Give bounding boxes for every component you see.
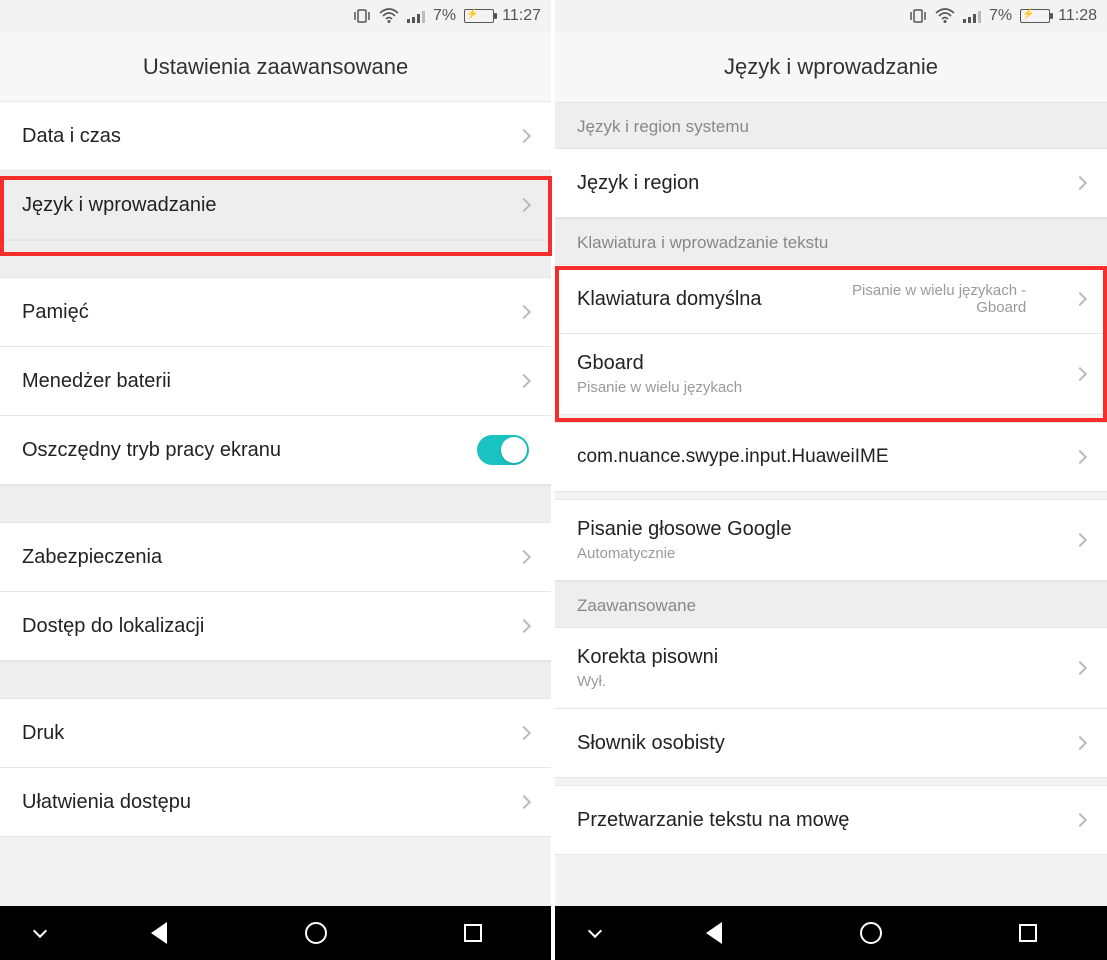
row-huawei-ime[interactable]: com.nuance.swype.input.HuaweiIME bbox=[555, 422, 1107, 492]
recents-square-icon bbox=[464, 924, 482, 942]
nav-recents-button[interactable] bbox=[950, 924, 1107, 942]
row-label: com.nuance.swype.input.HuaweiIME bbox=[577, 446, 889, 468]
recents-square-icon bbox=[1019, 924, 1037, 942]
row-label: Oszczędny tryb pracy ekranu bbox=[22, 439, 281, 462]
chevron-right-icon bbox=[517, 726, 531, 740]
row-spell-check[interactable]: Korekta pisowni Wył. bbox=[555, 627, 1107, 709]
nav-expand-button[interactable] bbox=[555, 930, 635, 936]
android-navbar bbox=[555, 906, 1107, 960]
section-header-advanced: Zaawansowane bbox=[555, 581, 1107, 628]
screen-advanced-settings: 7% ⚡ 11:27 Ustawienia zaawansowane Data … bbox=[0, 0, 552, 960]
row-subtitle: Automatycznie bbox=[577, 545, 792, 562]
nav-back-button[interactable] bbox=[80, 922, 237, 944]
chevron-right-icon bbox=[1073, 292, 1087, 306]
settings-list: Data i czas Język i wprowadzanie Pamięć … bbox=[0, 102, 551, 906]
status-bar: 7% ⚡ 11:28 bbox=[555, 0, 1107, 32]
clock: 11:27 bbox=[502, 7, 541, 25]
row-gboard[interactable]: Gboard Pisanie w wielu językach bbox=[555, 333, 1107, 415]
chevron-right-icon bbox=[517, 619, 531, 633]
row-label: Gboard bbox=[577, 352, 742, 375]
nav-recents-button[interactable] bbox=[394, 924, 551, 942]
vibrate-icon bbox=[353, 8, 371, 24]
row-google-voice-typing[interactable]: Pisanie głosowe Google Automatycznie bbox=[555, 499, 1107, 581]
battery-icon: ⚡ bbox=[1020, 9, 1050, 23]
section-gap bbox=[0, 240, 551, 278]
row-screen-power-saving[interactable]: Oszczędny tryb pracy ekranu bbox=[0, 415, 551, 485]
row-security[interactable]: Zabezpieczenia bbox=[0, 522, 551, 592]
chevron-right-icon bbox=[1073, 367, 1087, 381]
battery-icon: ⚡ bbox=[464, 9, 494, 23]
home-circle-icon bbox=[860, 922, 882, 944]
android-navbar bbox=[0, 906, 551, 960]
chevron-right-icon bbox=[517, 305, 531, 319]
row-personal-dictionary[interactable]: Słownik osobisty bbox=[555, 708, 1107, 778]
row-accessibility[interactable]: Ułatwienia dostępu bbox=[0, 767, 551, 837]
page-title: Język i wprowadzanie bbox=[555, 32, 1107, 102]
row-label: Pisanie głosowe Google bbox=[577, 518, 792, 541]
row-label: Korekta pisowni bbox=[577, 646, 718, 669]
chevron-right-icon bbox=[517, 198, 531, 212]
row-label: Przetwarzanie tekstu na mowę bbox=[577, 809, 849, 832]
row-text-to-speech[interactable]: Przetwarzanie tekstu na mowę bbox=[555, 785, 1107, 855]
row-print[interactable]: Druk bbox=[0, 698, 551, 768]
row-label: Klawiatura domyślna bbox=[577, 288, 762, 311]
chevron-right-icon bbox=[517, 374, 531, 388]
chevron-right-icon bbox=[517, 550, 531, 564]
row-subtitle: Wył. bbox=[577, 673, 718, 690]
nav-home-button[interactable] bbox=[237, 922, 394, 944]
row-battery-manager[interactable]: Menedżer baterii bbox=[0, 346, 551, 416]
chevron-down-icon bbox=[588, 924, 602, 938]
status-bar: 7% ⚡ 11:27 bbox=[0, 0, 551, 32]
row-label: Słownik osobisty bbox=[577, 732, 725, 755]
row-language-region[interactable]: Język i region bbox=[555, 148, 1107, 218]
row-location-access[interactable]: Dostęp do lokalizacji bbox=[0, 591, 551, 661]
back-triangle-icon bbox=[151, 922, 167, 944]
screen-language-input: 7% ⚡ 11:28 Język i wprowadzanie Język i … bbox=[555, 0, 1107, 960]
row-label: Zabezpieczenia bbox=[22, 546, 162, 569]
chevron-right-icon bbox=[1073, 736, 1087, 750]
nav-home-button[interactable] bbox=[792, 922, 949, 944]
nav-back-button[interactable] bbox=[635, 922, 792, 944]
toggle-switch-on[interactable] bbox=[477, 435, 529, 465]
row-date-time[interactable]: Data i czas bbox=[0, 101, 551, 171]
section-gap bbox=[0, 661, 551, 699]
page-title: Ustawienia zaawansowane bbox=[0, 32, 551, 102]
battery-percent: 7% bbox=[433, 7, 456, 25]
row-label: Pamięć bbox=[22, 301, 89, 324]
section-gap bbox=[0, 485, 551, 523]
clock: 11:28 bbox=[1058, 7, 1097, 25]
row-value: Pisanie w wielu językach - Gboard bbox=[806, 282, 1026, 316]
back-triangle-icon bbox=[706, 922, 722, 944]
section-header-keyboard-input: Klawiatura i wprowadzanie tekstu bbox=[555, 218, 1107, 265]
nav-expand-button[interactable] bbox=[0, 930, 80, 936]
battery-percent: 7% bbox=[989, 7, 1012, 25]
cell-signal-icon bbox=[963, 9, 981, 23]
cell-signal-icon bbox=[407, 9, 425, 23]
wifi-icon bbox=[379, 8, 399, 24]
row-memory[interactable]: Pamięć bbox=[0, 277, 551, 347]
row-label: Druk bbox=[22, 722, 64, 745]
chevron-right-icon bbox=[517, 129, 531, 143]
home-circle-icon bbox=[305, 922, 327, 944]
row-language-input[interactable]: Język i wprowadzanie bbox=[0, 170, 551, 240]
section-header-system-language: Język i region systemu bbox=[555, 102, 1107, 149]
row-default-keyboard[interactable]: Klawiatura domyślna Pisanie w wielu języ… bbox=[555, 264, 1107, 334]
chevron-right-icon bbox=[1073, 450, 1087, 464]
vibrate-icon bbox=[909, 8, 927, 24]
row-label: Data i czas bbox=[22, 125, 121, 148]
row-label: Język i wprowadzanie bbox=[22, 194, 217, 217]
chevron-right-icon bbox=[1073, 661, 1087, 675]
row-label: Język i region bbox=[577, 172, 699, 195]
chevron-down-icon bbox=[33, 924, 47, 938]
row-label: Menedżer baterii bbox=[22, 370, 171, 393]
settings-list: Język i region systemu Język i region Kl… bbox=[555, 102, 1107, 906]
row-label: Dostęp do lokalizacji bbox=[22, 615, 204, 638]
chevron-right-icon bbox=[1073, 176, 1087, 190]
row-subtitle: Pisanie w wielu językach bbox=[577, 379, 742, 396]
wifi-icon bbox=[935, 8, 955, 24]
chevron-right-icon bbox=[1073, 813, 1087, 827]
chevron-right-icon bbox=[517, 795, 531, 809]
row-label: Ułatwienia dostępu bbox=[22, 791, 191, 814]
chevron-right-icon bbox=[1073, 533, 1087, 547]
